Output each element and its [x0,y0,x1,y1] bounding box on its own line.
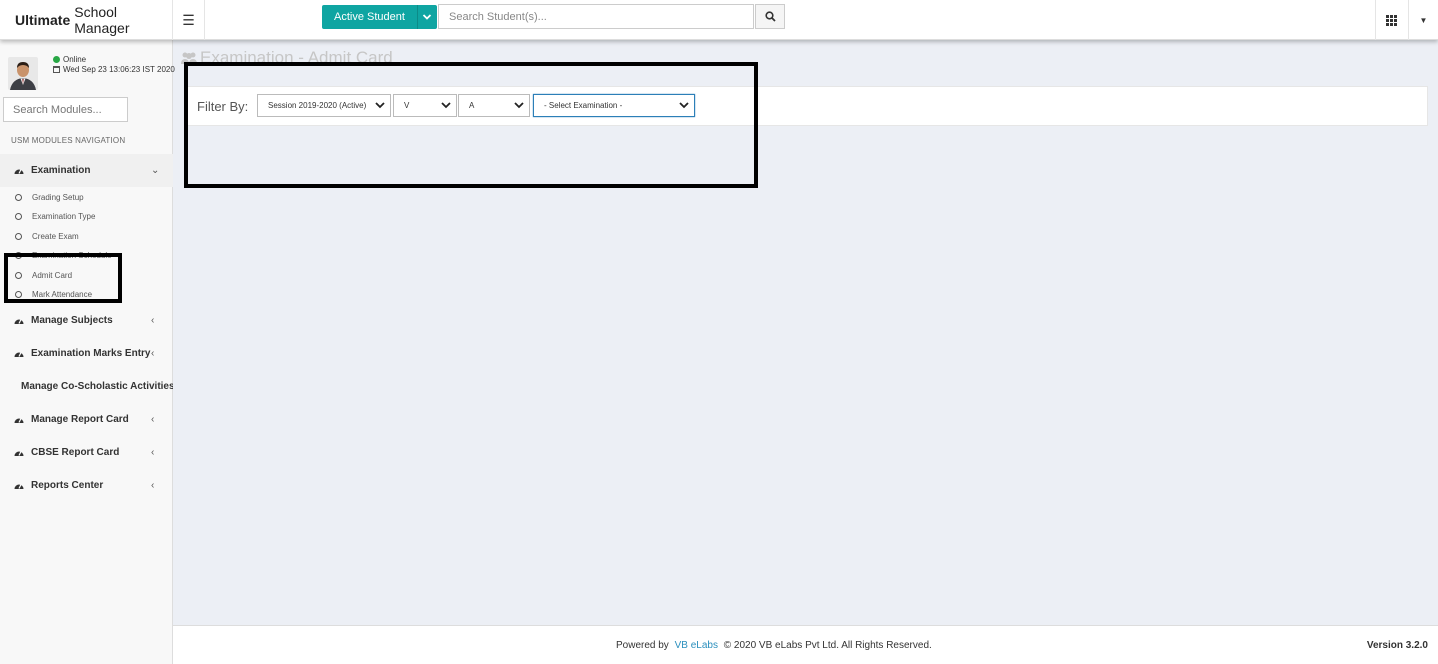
chevron-left-icon: ‹ [151,414,155,425]
circle-icon [15,291,22,298]
brand-bold: Ultimate [15,12,71,28]
chevron-down-icon [679,102,689,109]
footer: Powered by VB eLabs © 2020 VB eLabs Pvt … [173,625,1438,664]
active-student-label: Active Student [322,5,417,29]
filter-label: Filter By: [197,99,249,114]
sidebar-item-label: Examination Schedule [32,251,112,260]
chevron-left-icon: ‹ [151,447,155,458]
menu-toggle-icon[interactable]: ☰ [173,0,205,40]
dashboard-icon [14,450,24,456]
sidebar-item-mark-attendance[interactable]: Mark Attendance [0,285,173,304]
section-select-value: A [469,101,475,110]
chevron-down-icon: ⌄ [151,165,160,176]
version-label: Version 3.2.0 [1366,640,1428,651]
sidebar-item-label: Examination Type [32,212,96,221]
sidebar-item-grading-setup[interactable]: Grading Setup [0,188,173,207]
session-select-value: Session 2019-2020 (Active) [268,101,367,110]
circle-icon [15,213,22,220]
dashboard-icon [14,318,24,324]
sidebar-group-label: Manage Subjects [31,315,113,326]
nav-heading: USM MODULES NAVIGATION [11,136,126,145]
grid-icon [1386,14,1397,26]
sidebar-group-examination-marks-entry[interactable]: Examination Marks Entry ‹ [0,337,173,370]
online-dot-icon [53,56,60,63]
powered-by-text: Powered by [616,640,669,651]
sidebar-item-create-exam[interactable]: Create Exam [0,227,173,246]
sidebar-group-label: Manage Report Card [31,414,129,425]
circle-icon [15,272,22,279]
sidebar-group-manage-subjects[interactable]: Manage Subjects ‹ [0,304,173,337]
sidebar: Online Wed Sep 23 13:06:23 IST 2020 USM … [0,40,175,664]
chevron-down-icon [375,102,385,109]
filter-panel: Filter By: Session 2019-2020 (Active) V … [186,86,1428,126]
sidebar-group-label: Examination [31,165,91,176]
class-select-value: V [404,101,410,110]
chevron-down-icon[interactable] [416,5,437,29]
sidebar-group-manage-report-card[interactable]: Manage Report Card ‹ [0,403,173,436]
examination-select[interactable]: - Select Examination - [533,94,695,117]
circle-icon [15,194,22,201]
dashboard-icon [14,351,24,357]
search-icon [764,11,776,22]
datetime-text: Wed Sep 23 13:06:23 IST 2020 [63,65,175,74]
search-modules-input[interactable] [3,97,128,122]
class-select[interactable]: V [393,94,457,117]
session-select[interactable]: Session 2019-2020 (Active) [257,94,391,117]
chevron-down-icon [514,102,524,109]
top-header: Ultimate School Manager ☰ Active Student… [0,0,1438,40]
circle-icon [15,233,22,240]
avatar [8,57,38,90]
users-icon [181,52,197,64]
dashboard-icon [14,417,24,423]
company-link[interactable]: VB eLabs [675,640,718,651]
sidebar-item-admit-card[interactable]: Admit Card [0,266,173,285]
sidebar-item-label: Create Exam [32,232,79,241]
footer-credits: Powered by VB eLabs © 2020 VB eLabs Pvt … [616,640,932,651]
page-title-text: Examination - Admit Card [200,48,393,67]
search-button[interactable] [755,4,785,29]
app-brand[interactable]: Ultimate School Manager [0,0,173,40]
chevron-left-icon: ‹ [151,315,155,326]
sidebar-group-reports-center[interactable]: Reports Center ‹ [0,469,173,502]
sidebar-item-label: Grading Setup [32,193,84,202]
sidebar-group-label: Reports Center [31,480,104,491]
sidebar-group-label: CBSE Report Card [31,447,120,458]
sidebar-item-examination-schedule[interactable]: Examination Schedule [0,246,173,265]
brand-rest: School Manager [74,4,130,36]
user-menu-caret-icon[interactable]: ▼ [1408,0,1438,40]
section-select[interactable]: A [458,94,530,117]
sidebar-group-cbse-report-card[interactable]: CBSE Report Card ‹ [0,436,173,469]
chevron-down-icon [441,102,451,109]
online-status: Online [53,55,86,64]
chevron-left-icon: ‹ [151,348,155,359]
status-text: Online [63,55,87,64]
dashboard-icon [14,483,24,489]
chevron-left-icon: ‹ [151,480,155,491]
circle-icon [15,252,22,259]
sidebar-group-label: Manage Co-Scholastic Activities [21,381,173,392]
sidebar-item-examination-type[interactable]: Examination Type [0,207,173,226]
sidebar-group-examination[interactable]: Examination ⌄ [0,154,173,187]
copyright-text: © 2020 VB eLabs Pvt Ltd. All Rights Rese… [723,640,932,651]
active-student-button[interactable]: Active Student [322,5,437,29]
sidebar-item-label: Mark Attendance [32,290,93,299]
apps-grid-button[interactable] [1375,0,1407,40]
sidebar-group-label: Examination Marks Entry [31,348,151,359]
sidebar-group-co-scholastic[interactable]: Manage Co-Scholastic Activities [0,370,173,403]
dashboard-icon [14,168,24,174]
examination-select-value: - Select Examination - [544,101,623,110]
current-datetime: Wed Sep 23 13:06:23 IST 2020 [53,65,175,74]
sidebar-item-label: Admit Card [32,271,73,280]
calendar-icon [53,66,60,73]
search-student-input[interactable] [438,4,754,29]
page-title: Examination - Admit Card [180,48,393,68]
